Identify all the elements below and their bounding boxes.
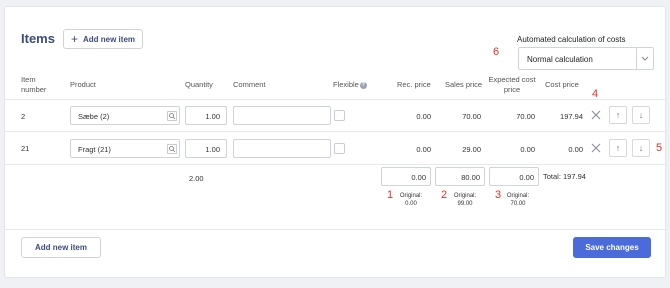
table-row: 2 Sæbe (2) 1.00 0.00 70.00 70.00 197.94 … [5, 100, 667, 131]
expected-cost-price-value: 70.00 [516, 112, 535, 121]
col-comment: Comment [233, 80, 266, 89]
items-panel: Items + Add new item Automated calculati… [4, 6, 667, 278]
info-icon[interactable]: ? [359, 82, 367, 89]
save-changes-button[interactable]: Save changes [573, 237, 651, 258]
add-new-item-button[interactable]: Add new item [21, 237, 101, 258]
rec-price-value: 0.00 [416, 145, 431, 154]
total-sales-price-input[interactable]: 80.00 [435, 167, 485, 186]
plus-icon: + [70, 32, 78, 46]
quantity-input[interactable]: 1.00 [185, 106, 227, 125]
footer-divider [5, 229, 667, 230]
product-field[interactable]: Sæbe (2) [70, 106, 180, 125]
row-item-number: 2 [21, 112, 26, 121]
col-rec-price: Rec. price [397, 80, 431, 89]
move-down-button[interactable]: ↓ [632, 139, 650, 157]
lookup-icon[interactable] [167, 111, 177, 121]
comment-input[interactable] [233, 106, 331, 125]
sales-price-value: 70.00 [462, 112, 481, 121]
col-quantity: Quantity [185, 80, 213, 89]
product-value: Sæbe (2) [78, 112, 110, 121]
arrow-up-icon: ↑ [615, 143, 621, 153]
quantity-input[interactable]: 1.00 [185, 139, 227, 158]
auto-calc-label: Automated calculation of costs [517, 35, 626, 44]
move-up-button[interactable]: ↑ [609, 106, 627, 124]
total-quantity: 2.00 [189, 174, 204, 183]
chevron-down-icon [641, 56, 649, 61]
total-expected-cost-input[interactable]: 0.00 [489, 167, 539, 186]
lookup-icon[interactable] [167, 144, 177, 154]
arrow-up-icon: ↑ [615, 110, 621, 120]
annotation-5: 5 [656, 142, 663, 154]
total-cost-label: Total: 197.94 [543, 172, 586, 181]
close-icon[interactable] [590, 109, 602, 121]
col-product: Product [70, 80, 96, 89]
sales-price-value: 29.00 [462, 145, 481, 154]
row-item-number: 21 [21, 144, 30, 153]
comment-input[interactable] [233, 139, 331, 158]
auto-calc-selected-value: Normal calculation [527, 55, 593, 64]
section-title: Items [21, 31, 55, 46]
sales-price-original: Original: 99.00 [453, 193, 477, 207]
arrow-down-icon: ↓ [638, 110, 644, 120]
col-cost-price: Cost price [545, 80, 579, 89]
annotation-1: 1 [387, 189, 394, 201]
cost-price-value: 197.94 [560, 112, 583, 121]
rec-price-original: Original: 0.00 [399, 193, 423, 207]
row-divider [5, 164, 667, 165]
col-sales-price: Sales price [445, 80, 483, 89]
annotation-3: 3 [495, 189, 502, 201]
select-divider [636, 48, 637, 69]
table-row: 21 Fragt (21) 1.00 0.00 29.00 0.00 0.00 … [5, 132, 667, 164]
annotation-6: 6 [493, 46, 500, 58]
add-new-item-top-label: Add new item [83, 34, 136, 44]
col-flexible: Flexible? [333, 80, 367, 90]
col-expected-cost-price: Expected cost price [488, 75, 536, 94]
annotation-2: 2 [441, 189, 448, 201]
expected-cost-original: Original: 70.00 [506, 193, 530, 207]
flexible-checkbox[interactable] [334, 110, 345, 121]
cost-price-value: 0.00 [568, 145, 583, 154]
flexible-checkbox[interactable] [334, 143, 345, 154]
arrow-down-icon: ↓ [638, 143, 644, 153]
auto-calc-select[interactable]: Normal calculation [518, 47, 654, 70]
product-field[interactable]: Fragt (21) [70, 139, 180, 158]
close-icon[interactable] [590, 142, 602, 154]
col-flexible-label: Flexible [333, 80, 359, 89]
move-down-button[interactable]: ↓ [632, 106, 650, 124]
product-value: Fragt (21) [78, 145, 111, 154]
expected-cost-price-value: 0.00 [520, 145, 535, 154]
add-new-item-top-button[interactable]: + Add new item [63, 29, 143, 49]
rec-price-value: 0.00 [416, 112, 431, 121]
move-up-button[interactable]: ↑ [609, 139, 627, 157]
col-item-number: Item number [21, 75, 47, 94]
total-rec-price-input[interactable]: 0.00 [381, 167, 431, 186]
